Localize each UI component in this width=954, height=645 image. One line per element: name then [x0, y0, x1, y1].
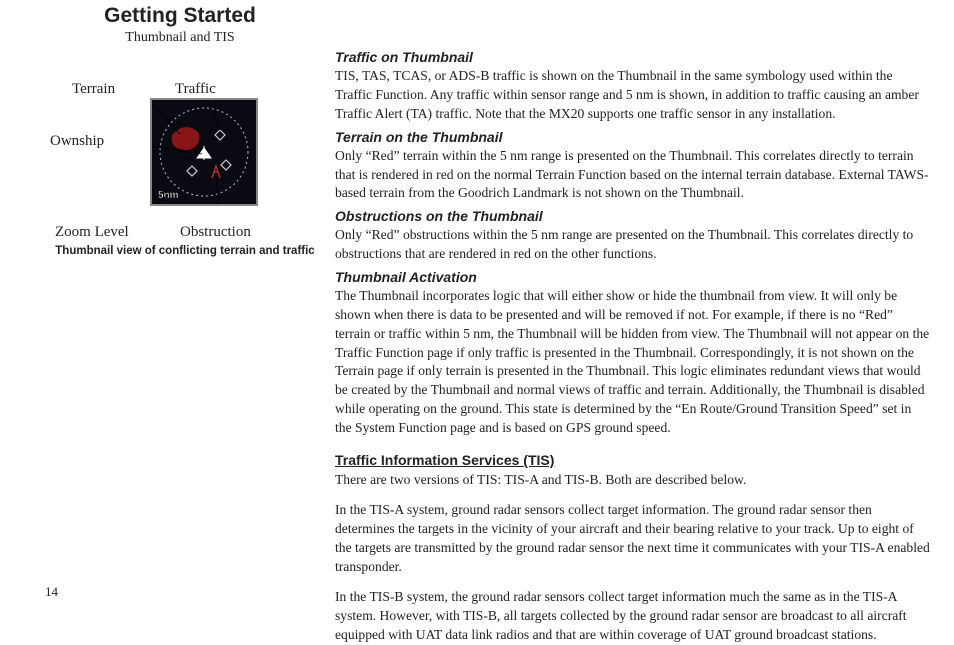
body-text: Traffic on Thumbnail TIS, TAS, TCAS, or … [335, 48, 930, 645]
para-obstructions-thumbnail: Only “Red” obstructions within the 5 nm … [335, 226, 930, 264]
heading-thumbnail-activation: Thumbnail Activation [335, 268, 930, 287]
heading-terrain-thumbnail: Terrain on the Thumbnail [335, 128, 930, 147]
para-tis-1: There are two versions of TIS: TIS-A and… [335, 471, 930, 490]
page-title: Getting Started [45, 4, 315, 28]
label-obstruction: Obstruction [180, 224, 251, 241]
para-tis-3: In the TIS-B system, the ground radar se… [335, 588, 930, 644]
label-terrain: Terrain [72, 81, 115, 98]
figure-caption: Thumbnail view of conflicting terrain an… [45, 245, 325, 257]
thumbnail-display: 5nm [150, 98, 258, 206]
thumbnail-figure: Terrain Traffic Ownship Zoom Level Obstr… [45, 78, 325, 257]
page-subtitle: Thumbnail and TIS [45, 30, 315, 46]
heading-obstructions-thumbnail: Obstructions on the Thumbnail [335, 207, 930, 226]
label-traffic: Traffic [175, 81, 216, 98]
page-number: 14 [45, 584, 58, 600]
label-ownship: Ownship [50, 133, 104, 150]
para-tis-2: In the TIS-A system, ground radar sensor… [335, 501, 930, 576]
range-text: 5nm [158, 190, 179, 201]
page-header: Getting Started Thumbnail and TIS [45, 4, 315, 46]
heading-tis: Traffic Information Services (TIS) [335, 451, 930, 470]
para-thumbnail-activation: The Thumbnail incorporates logic that wi… [335, 287, 930, 437]
para-terrain-thumbnail: Only “Red” terrain within the 5 nm range… [335, 147, 930, 203]
para-traffic-thumbnail: TIS, TAS, TCAS, or ADS-B traffic is show… [335, 67, 930, 123]
label-zoom: Zoom Level [55, 224, 129, 241]
heading-traffic-thumbnail: Traffic on Thumbnail [335, 48, 930, 67]
